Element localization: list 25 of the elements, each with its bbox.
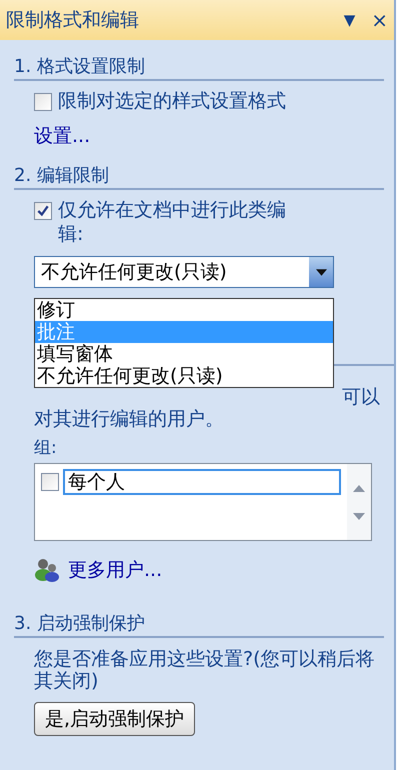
editing-type-dropdown[interactable]: 不允许任何更改(只读) <box>34 256 334 288</box>
pane-title: 限制格式和编辑 <box>6 8 140 33</box>
description-text: 对其进行编辑的用户。 <box>34 408 224 430</box>
users-icon <box>34 558 60 582</box>
description-text: 可以 <box>342 385 380 410</box>
more-users-link[interactable]: 更多用户... <box>68 557 162 583</box>
checkbox[interactable] <box>34 93 52 111</box>
checkbox-label: 限制对选定的样式设置格式 <box>58 89 286 113</box>
section-heading: 1. 格式设置限制 <box>14 54 384 81</box>
checkbox[interactable] <box>34 202 52 220</box>
group-name[interactable]: 每个人 <box>63 469 341 495</box>
pane-menu-button[interactable]: ▼ <box>338 11 362 29</box>
checkbox[interactable] <box>41 473 59 491</box>
groups-label: 组: <box>34 437 58 459</box>
dropdown-option[interactable]: 填写窗体 <box>35 343 333 365</box>
section-heading: 3. 启动强制保护 <box>14 611 384 638</box>
dropdown-option[interactable]: 修订 <box>35 299 333 321</box>
enforcement-prompt: 您是否准备应用这些设置?(您可以稍后将其关闭) <box>34 648 376 692</box>
settings-link[interactable]: 设置... <box>34 123 90 149</box>
start-enforcing-button[interactable]: 是,启动强制保护 <box>34 702 196 736</box>
dropdown-option[interactable]: 不允许任何更改(只读) <box>35 365 333 387</box>
scroll-bar[interactable] <box>347 464 371 540</box>
checkbox-label: 仅允许在文档中进行此类编辑: <box>58 198 287 246</box>
section-heading: 2. 编辑限制 <box>14 163 384 190</box>
close-button[interactable]: × <box>365 8 394 32</box>
